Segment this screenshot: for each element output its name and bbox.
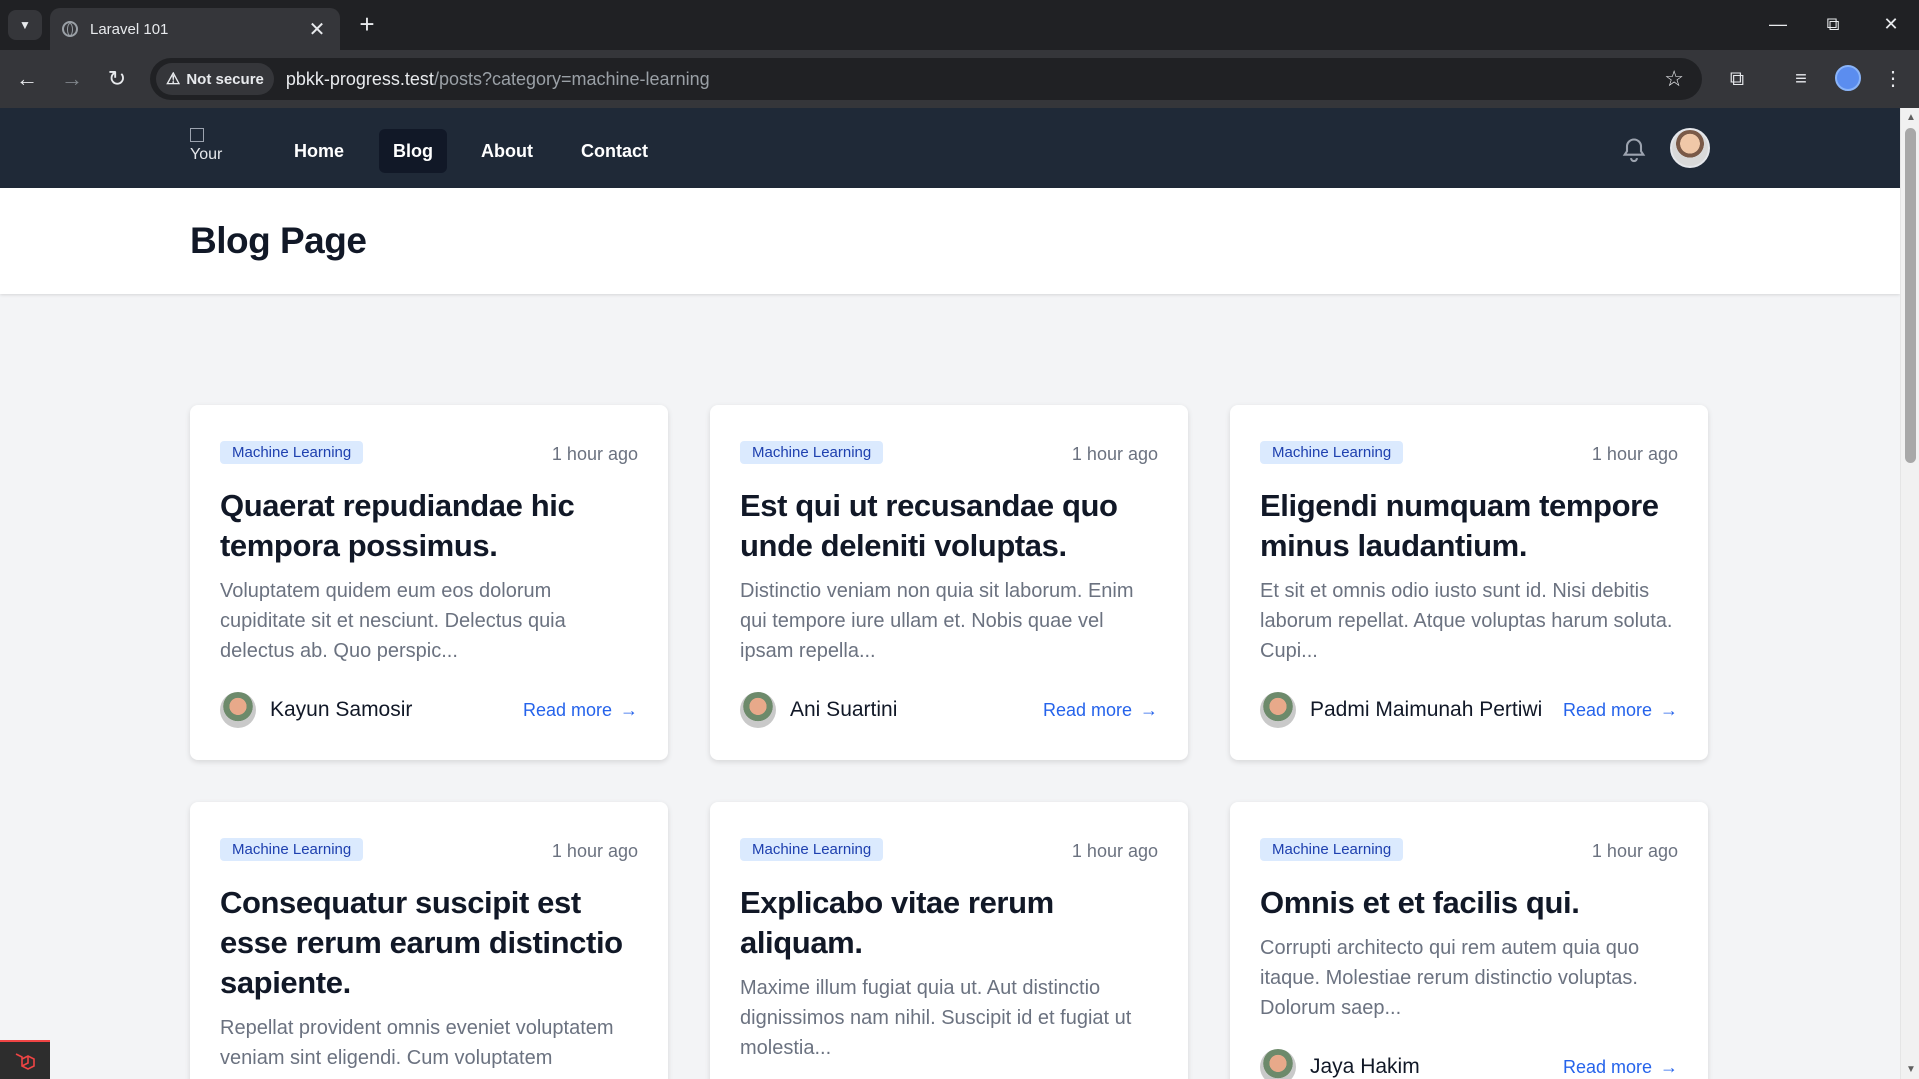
read-more-link[interactable]: Read more → [1043, 700, 1158, 721]
site-logo[interactable]: Your [190, 128, 230, 168]
close-tab-icon[interactable]: ✕ [306, 17, 328, 42]
post-time: 1 hour ago [1071, 444, 1158, 464]
author-avatar [220, 692, 256, 728]
extensions-icon[interactable]: ⧉ [1722, 64, 1752, 94]
reload-button[interactable]: ↻ [102, 64, 132, 94]
category-badge[interactable]: Machine Learning [220, 441, 364, 464]
user-avatar[interactable] [1670, 128, 1710, 168]
post-excerpt: Et sit et omnis odio iusto sunt id. Nisi… [1260, 580, 1673, 662]
security-label: Not secure [186, 70, 264, 88]
nav-link-blog[interactable]: Blog [379, 129, 447, 173]
notification-bell-icon[interactable] [1620, 136, 1648, 164]
post-footer: Jaya Hakim Read more → [1260, 1049, 1678, 1079]
post-title[interactable]: Explicabo vitae rerum aliquam. [740, 883, 1158, 963]
post-card: Machine Learning 1 hour ago Quaerat repu… [190, 405, 668, 760]
broken-image-icon [190, 128, 204, 142]
post-title[interactable]: Consequatur suscipit est esse rerum earu… [220, 883, 638, 1003]
new-tab-button[interactable]: + [352, 10, 382, 40]
chevron-down-icon: ▼ [19, 18, 31, 32]
author-name[interactable]: Ani Suartini [790, 698, 1043, 722]
category-badge[interactable]: Machine Learning [740, 441, 884, 464]
nav-link-contact[interactable]: Contact [567, 129, 662, 173]
post-card: Machine Learning 1 hour ago Est qui ut r… [710, 405, 1188, 760]
arrow-right-icon: → [1660, 1056, 1678, 1077]
read-more-link[interactable]: Read more → [1563, 700, 1678, 721]
author-name[interactable]: Kayun Samosir [270, 698, 523, 722]
page-scrollbar[interactable]: ▲ ▼ [1900, 108, 1919, 1079]
nav-link-about[interactable]: About [467, 129, 547, 173]
browser-tab-bar: ▼ Laravel 101 ✕ + — ⧉ ✕ [0, 0, 1919, 50]
post-excerpt: Repellat provident omnis eveniet volupta… [220, 1017, 614, 1069]
author-avatar [1260, 692, 1296, 728]
url-host: pbkk-progress.test [285, 68, 434, 89]
post-card: Machine Learning 1 hour ago Explicabo vi… [710, 802, 1188, 1079]
read-more-link[interactable]: Read more → [1563, 1057, 1678, 1078]
post-title[interactable]: Omnis et et facilis qui. [1260, 883, 1678, 923]
post-time: 1 hour ago [1071, 841, 1158, 861]
scroll-down-icon[interactable]: ▼ [1906, 1064, 1916, 1075]
debugbar-toggle[interactable] [0, 1040, 50, 1079]
category-badge[interactable]: Machine Learning [740, 838, 884, 861]
post-card: Machine Learning 1 hour ago Consequatur … [190, 802, 668, 1079]
read-more-link[interactable]: Read more → [523, 700, 638, 721]
post-footer: Kayun Samosir Read more → [220, 692, 638, 728]
category-badge[interactable]: Machine Learning [220, 838, 364, 861]
post-excerpt: Maxime illum fugiat quia ut. Aut distinc… [740, 977, 1132, 1059]
author-avatar [740, 692, 776, 728]
page-header: Blog Page [0, 188, 1900, 294]
logo-alt-text: Your [190, 146, 223, 163]
laravel-logo-icon [15, 1052, 35, 1070]
profile-avatar[interactable] [1835, 65, 1861, 91]
restore-button[interactable]: ⧉ [1810, 8, 1856, 40]
browser-menu-icon[interactable]: ⋮ [1878, 64, 1908, 94]
tab-title: Laravel 101 [90, 20, 169, 38]
arrow-right-icon: → [1140, 699, 1158, 720]
post-time: 1 hour ago [551, 841, 638, 861]
warning-icon: ⚠ [166, 71, 181, 88]
post-card: Machine Learning 1 hour ago Eligendi num… [1230, 405, 1708, 760]
post-excerpt: Corrupti architecto qui rem autem quia q… [1260, 937, 1640, 1019]
security-chip[interactable]: ⚠ Not secure [156, 63, 274, 95]
post-title[interactable]: Quaerat repudiandae hic tempora possimus… [220, 486, 638, 566]
read-more-label: Read more [1042, 699, 1132, 720]
url-text: pbkk-progress.test/posts?category=machin… [286, 69, 1664, 90]
post-time: 1 hour ago [551, 444, 638, 464]
author-name[interactable]: Padmi Maimunah Pertiwi [1310, 698, 1563, 722]
post-title[interactable]: Eligendi numquam tempore minus laudantiu… [1260, 486, 1678, 566]
post-title[interactable]: Est qui ut recusandae quo unde deleniti … [740, 486, 1158, 566]
scroll-thumb[interactable] [1905, 128, 1916, 463]
read-more-label: Read more [1562, 699, 1652, 720]
read-more-label: Read more [1562, 1056, 1652, 1077]
globe-icon [62, 21, 78, 37]
category-badge[interactable]: Machine Learning [1260, 441, 1404, 464]
minimize-button[interactable]: — [1755, 8, 1801, 40]
author-name[interactable]: Jaya Hakim [1310, 1055, 1563, 1079]
post-card: Machine Learning 1 hour ago Omnis et et … [1230, 802, 1708, 1079]
arrow-right-icon: → [620, 699, 638, 720]
post-excerpt: Voluptatem quidem eum eos dolorum cupidi… [220, 580, 566, 662]
category-badge[interactable]: Machine Learning [1260, 838, 1404, 861]
url-path: /posts?category=machine-learning [433, 68, 710, 89]
browser-toolbar: ← → ↻ ⚠ Not secure pbkk-progress.test/po… [0, 50, 1919, 108]
arrow-right-icon: → [1660, 699, 1678, 720]
tab-search-button[interactable]: ▼ [8, 10, 42, 40]
media-control-icon[interactable]: ≡ [1786, 64, 1816, 94]
post-footer: Padmi Maimunah Pertiwi Read more → [1260, 692, 1678, 728]
post-time: 1 hour ago [1591, 841, 1678, 861]
browser-tab[interactable]: Laravel 101 ✕ [50, 8, 340, 50]
bookmark-star-icon[interactable]: ☆ [1664, 66, 1684, 92]
post-excerpt: Distinctio veniam non quia sit laborum. … [740, 580, 1134, 662]
site-navbar: Your Home Blog About Contact [0, 108, 1900, 188]
page-title: Blog Page [190, 220, 367, 261]
forward-button[interactable]: → [57, 64, 87, 94]
post-time: 1 hour ago [1591, 444, 1678, 464]
read-more-label: Read more [522, 699, 612, 720]
post-footer: Ani Suartini Read more → [740, 692, 1158, 728]
address-bar[interactable]: ⚠ Not secure pbkk-progress.test/posts?ca… [150, 58, 1702, 100]
close-window-button[interactable]: ✕ [1868, 8, 1914, 40]
author-avatar [1260, 1049, 1296, 1079]
back-button[interactable]: ← [12, 64, 42, 94]
scroll-up-icon[interactable]: ▲ [1906, 112, 1916, 123]
nav-link-home[interactable]: Home [280, 129, 358, 173]
